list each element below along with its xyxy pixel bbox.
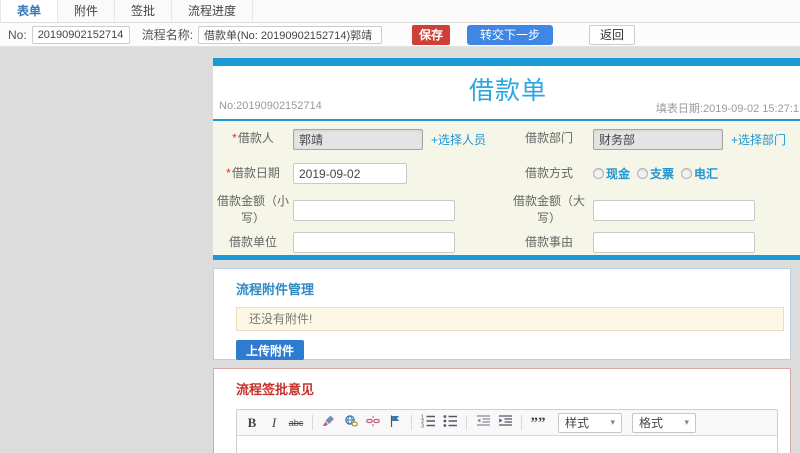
tab-process-progress[interactable]: 流程进度 <box>172 0 254 22</box>
borrow-method-label: 借款方式 <box>524 165 573 180</box>
command-bar: No: 流程名称: 保存 转交下一步 返回 <box>0 23 800 47</box>
loan-form-card: 借款单 No:20190902152714 填表日期:2019-09-02 15… <box>213 58 800 260</box>
form-fill-date-text: 填表日期:2019-09-02 15:27:1 <box>655 103 799 115</box>
required-marker: * <box>232 131 237 146</box>
svg-text:3: 3 <box>421 424 424 428</box>
form-top-bar <box>213 58 800 66</box>
anchor-flag-button[interactable] <box>385 413 405 433</box>
chevron-down-icon: ▾ <box>684 417 689 427</box>
no-input[interactable] <box>31 25 130 44</box>
form-bottom-bar <box>213 255 800 260</box>
toolbar-separator <box>411 415 412 430</box>
indent-button[interactable] <box>495 413 515 433</box>
blockquote-button[interactable]: ”” <box>528 413 548 433</box>
process-name-input[interactable] <box>198 25 383 44</box>
select-person-link[interactable]: +选择人员 <box>431 131 486 148</box>
forward-next-step-button[interactable]: 转交下一步 <box>467 24 554 45</box>
bulleted-list-icon <box>443 414 458 431</box>
amount-lowercase-label: 借款金额（小写） <box>216 193 289 225</box>
numbered-list-button[interactable]: 123 <box>418 413 438 433</box>
rich-text-editor: B I abc 123 ”” 样式 ▾ 格式 ▾ <box>236 409 778 453</box>
select-department-link[interactable]: +选择部门 <box>731 131 786 148</box>
toolbar-separator <box>466 415 467 430</box>
form-no-text: No:20190902152714 <box>219 100 322 112</box>
no-label: No: <box>8 27 27 42</box>
no-attachment-message: 还没有附件! <box>236 307 784 331</box>
app-screen: 表单 附件 签批 流程进度 No: 流程名称: 保存 转交下一步 返回 借款单 … <box>0 0 800 453</box>
approval-section: 流程签批意见 B I abc 1 2 3 ”” 样式 ▾ 格式 ▾ <box>213 368 791 453</box>
strikethrough-button[interactable]: abc <box>286 413 306 433</box>
borrower-label: *借款人 <box>232 131 274 146</box>
amount-uppercase-label: 借款金额（大写） <box>512 193 585 225</box>
tab-form[interactable]: 表单 <box>0 0 59 22</box>
required-marker: * <box>226 165 231 180</box>
remove-format-button[interactable] <box>319 413 339 433</box>
radio-option-cheque[interactable]: 支票 <box>637 165 674 182</box>
radio-icon[interactable] <box>637 168 649 179</box>
unlink-icon <box>366 414 380 431</box>
borrow-date-input[interactable] <box>293 163 407 184</box>
tab-bar: 表单 附件 签批 流程进度 <box>0 0 800 23</box>
back-button[interactable]: 返回 <box>589 24 636 45</box>
borrow-method-radio-group: 现金 支票 电汇 <box>593 165 718 182</box>
department-input[interactable] <box>593 128 723 150</box>
remove-format-icon <box>322 414 336 431</box>
styles-dropdown[interactable]: 样式 ▾ <box>558 412 622 433</box>
toolbar-separator <box>312 415 313 430</box>
amount-uppercase-input[interactable] <box>593 199 755 221</box>
borrow-reason-input[interactable] <box>593 232 755 253</box>
borrow-unit-input[interactable] <box>293 232 455 253</box>
bold-button[interactable]: B <box>242 413 262 433</box>
outdent-button[interactable] <box>473 413 493 433</box>
borrow-date-label: *借款日期 <box>226 165 280 180</box>
outdent-icon <box>476 414 491 431</box>
unlink-button[interactable] <box>363 413 383 433</box>
anchor-flag-icon <box>388 414 402 431</box>
department-label: 借款部门 <box>524 131 573 146</box>
editor-toolbar: B I abc 123 ”” 样式 ▾ 格式 ▾ <box>237 410 777 436</box>
format-dropdown[interactable]: 格式 ▾ <box>632 412 696 433</box>
chevron-down-icon: ▾ <box>610 417 615 427</box>
form-header: 借款单 No:20190902152714 填表日期:2019-09-02 15… <box>213 66 800 119</box>
process-name-label: 流程名称: <box>141 28 194 42</box>
bulleted-list-button[interactable] <box>440 413 460 433</box>
editor-content[interactable] <box>237 436 777 453</box>
radio-option-wire-transfer[interactable]: 电汇 <box>681 165 718 182</box>
numbered-list-icon: 123 <box>421 414 436 431</box>
upload-attachment-button[interactable]: 上传附件 <box>236 340 305 360</box>
italic-button[interactable]: I <box>264 413 284 433</box>
tab-attachments[interactable]: 附件 <box>58 0 116 22</box>
tab-approval[interactable]: 签批 <box>115 0 173 22</box>
radio-icon[interactable] <box>681 168 693 179</box>
indent-icon <box>498 414 513 431</box>
toolbar-separator <box>521 415 522 430</box>
radio-option-cash[interactable]: 现金 <box>593 165 630 182</box>
loan-form-fields: *借款人 +选择人员 借款部门 +选择部门 *借款日期 借款方式 <box>213 121 800 255</box>
attachment-section-heading: 流程附件管理 <box>236 282 315 297</box>
borrower-input[interactable] <box>293 128 423 150</box>
borrow-reason-label: 借款事由 <box>524 234 573 249</box>
link-button[interactable] <box>341 413 361 433</box>
borrow-unit-label: 借款单位 <box>228 234 277 249</box>
link-icon <box>344 414 358 431</box>
approval-section-heading: 流程签批意见 <box>236 382 315 397</box>
save-button[interactable]: 保存 <box>412 24 451 45</box>
attachment-section: 流程附件管理 还没有附件! 上传附件 <box>213 268 791 360</box>
radio-icon[interactable] <box>593 168 604 179</box>
amount-lowercase-input[interactable] <box>293 199 455 221</box>
